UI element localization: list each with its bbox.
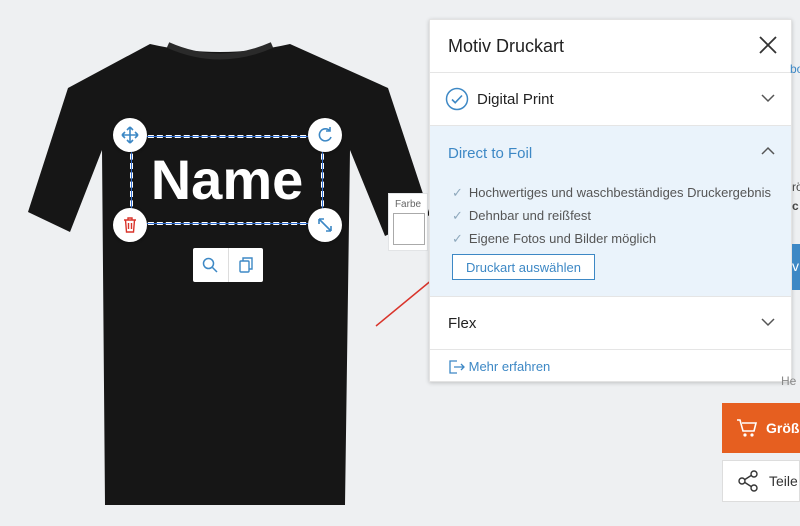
edge-fragment: rö [792,180,800,194]
primary-button-edge[interactable]: v [792,244,800,290]
element-toolbar [193,248,263,282]
close-icon[interactable] [757,34,779,56]
option-direct-to-foil: Direct to Foil ✓ Hochwertiges und waschbe… [430,126,791,297]
trash-icon [124,217,136,233]
selection-frame[interactable] [130,135,324,225]
panel-header: Motiv Druckart [430,20,791,73]
copy-icon [239,257,253,273]
cart-icon [737,419,758,437]
learn-more-link[interactable]: Mehr erfahren [448,358,550,374]
print-type-panel: Motiv Druckart Digital Print Direct to F… [429,19,792,382]
rotate-handle[interactable] [308,118,342,152]
chevron-up-icon[interactable] [761,146,775,156]
chevron-down-icon [761,318,775,327]
choose-print-type-button[interactable]: Druckart auswählen [452,254,595,280]
option-label[interactable]: Direct to Foil [448,145,532,162]
edge-fragment: He [781,374,797,388]
feature-item: ✓ Dehnbar und reißfest [452,208,592,223]
check-icon: ✓ [452,231,463,246]
delete-handle[interactable] [113,208,147,242]
option-digital-print[interactable]: Digital Print [430,73,791,126]
rotate-icon [318,127,332,142]
check-circle-icon [445,87,469,111]
chevron-down-icon [761,94,775,103]
feature-item: ✓ Hochwertiges und waschbeständiges Druck… [452,185,771,200]
color-picker[interactable]: Farbe [388,193,428,251]
color-label: Farbe [394,199,422,210]
zoom-button[interactable] [193,248,228,282]
edge-fragment: bo [790,62,800,76]
external-link-icon [449,359,465,374]
panel-title: Motiv Druckart [448,36,565,56]
learn-more-label: Mehr erfahren [468,359,551,375]
resize-handle[interactable] [308,208,342,242]
add-to-cart-button[interactable]: Größ [722,403,800,453]
check-icon: ✓ [452,185,463,200]
duplicate-button[interactable] [227,248,264,282]
edge-fragment: c [792,199,799,213]
move-handle[interactable] [113,118,147,152]
feature-item: ✓ Eigene Fotos und Bilder möglich [452,231,657,246]
share-button[interactable]: Teile [722,460,800,502]
share-button-label: Teile [769,473,798,489]
option-flex[interactable]: Flex [430,297,791,350]
color-swatch[interactable] [393,213,425,245]
magnifier-icon [203,257,218,273]
share-icon [738,470,758,492]
check-icon: ✓ [452,208,463,223]
option-label: Flex [448,315,477,332]
cart-button-label: Größ [766,420,800,436]
resize-icon [318,218,332,232]
option-label: Digital Print [477,91,554,108]
move-icon [121,126,139,144]
